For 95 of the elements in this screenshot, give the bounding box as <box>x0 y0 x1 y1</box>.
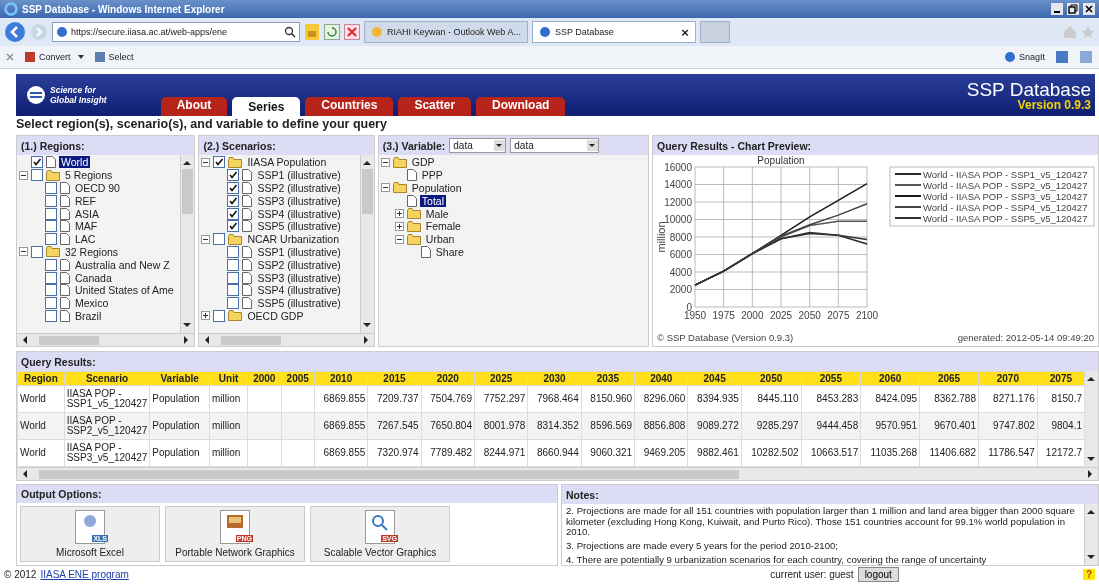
table-cell: 8001.978 <box>483 419 526 431</box>
note-text: 2. Projections are made for all 151 countries with population larger than 1 million and land area bigger than 2000 square kilometer (excluding Hong Kong, Kuiwait, and Purto Rico). Those 151 countries account for 99.1% world population in 2010. <box>566 506 1076 539</box>
table-cell: 7752.297 <box>483 392 526 404</box>
user-label: current user: guest <box>770 569 854 580</box>
legend-label: World - IIASA POP - SSP3_v5_120427 <box>923 190 1088 202</box>
y-tick-label: 16000 <box>664 161 692 173</box>
table-cell: World <box>20 419 46 431</box>
table-cell: 8596.569 <box>590 419 633 431</box>
y-tick-label: 6000 <box>669 249 692 260</box>
y-tick-label: 10000 <box>664 214 692 225</box>
panel-title: Query Results - Chart Preview: <box>657 139 812 152</box>
panel-title: Notes: <box>566 488 599 501</box>
table-cell: 9089.272 <box>697 419 739 431</box>
y-axis-label: million <box>655 221 667 253</box>
table-cell: 9469.205 <box>643 446 686 458</box>
chart-title: Population <box>757 155 805 166</box>
table-cell: 7320.974 <box>376 446 419 458</box>
table-cell: Population <box>152 446 200 458</box>
panel-title: (3.) Variable: <box>382 139 446 152</box>
table-cell: 8150.7 <box>1051 392 1082 404</box>
table-cell: 8424.095 <box>875 392 918 404</box>
note-text: 4. There are potentially 9 urbanization scenarios for each country, covering the range of uncertainty <box>566 554 988 565</box>
window-title: SSP Database - Windows Internet Explorer <box>22 3 225 15</box>
table-cell: Population <box>152 419 200 431</box>
legend-label: World - IIASA POP - SSP2_v5_120427 <box>923 179 1088 191</box>
table-cell: 7789.482 <box>430 446 472 458</box>
table-cell: 8660.944 <box>537 446 579 458</box>
table-cell: 8362.788 <box>934 392 976 404</box>
table-cell: 7209.737 <box>376 392 419 404</box>
panel-title: Output Options: <box>21 488 102 500</box>
x-tick-label: 2000 <box>741 310 764 321</box>
table-cell: 7968.464 <box>537 392 579 404</box>
table-cell: 9285.297 <box>756 419 799 431</box>
y-tick-label: 2000 <box>669 284 692 295</box>
legend-label: World - IIASA POP - SSP5_v5_120427 <box>923 212 1088 224</box>
table-cell: 8856.808 <box>643 419 686 431</box>
legend-label: World - IIASA POP - SSP1_v5_120427 <box>923 168 1088 180</box>
table-cell: 10282.502 <box>751 446 799 458</box>
table-cell: World <box>20 392 46 404</box>
timestamp-text: generated: 2012-05-14 09:49:20 <box>957 332 1094 343</box>
table-cell: 8453.283 <box>816 392 859 404</box>
table-cell: 9444.458 <box>816 419 859 431</box>
copyright-text: © 2012 <box>4 569 37 580</box>
x-tick-label: 2100 <box>855 310 879 321</box>
table-cell: 10663.517 <box>810 446 859 458</box>
table-cell: 7504.769 <box>430 392 472 404</box>
table-cell: 6869.855 <box>323 419 366 431</box>
panel-title: (1.) Regions: <box>21 139 85 152</box>
table-cell: 11035.268 <box>870 446 918 458</box>
table-cell: 7650.804 <box>430 419 472 431</box>
table-cell: 8244.971 <box>483 446 526 458</box>
table-cell: Population <box>152 392 200 404</box>
table-cell: 9747.802 <box>993 419 1035 431</box>
x-tick-label: 1975 <box>712 310 735 321</box>
table-cell: IIASA POP - SSP2_v5_120427 <box>66 414 148 436</box>
table-cell: 11786.547 <box>988 446 1035 458</box>
x-tick-label: 1950 <box>683 310 707 321</box>
y-tick-label: 0 <box>686 301 692 313</box>
y-tick-label: 12000 <box>664 196 692 208</box>
table-cell: 12172.7 <box>1045 446 1082 458</box>
table-cell: 9670.401 <box>934 419 976 431</box>
panel-title: Query Results: <box>21 355 96 368</box>
table-cell: million <box>212 446 241 458</box>
y-tick-label: 4000 <box>669 266 692 278</box>
note-text: 3. Projections are made every 5 years for the period 2010-2100; <box>566 541 839 552</box>
table-cell: 8394.935 <box>697 392 739 404</box>
x-tick-label: 2075 <box>827 310 850 321</box>
table-cell: 9570.951 <box>875 419 918 431</box>
table-cell: 8445.110 <box>757 392 799 404</box>
table-cell: 6869.855 <box>323 446 366 458</box>
site-title: SSP Database <box>966 79 1091 99</box>
table-cell: 8296.060 <box>643 392 686 404</box>
table-cell: 9060.321 <box>590 446 633 458</box>
table-cell: 6869.855 <box>323 392 366 404</box>
table-cell: million <box>212 419 241 431</box>
x-tick-label: 2050 <box>798 310 821 321</box>
legend-label: World - IIASA POP - SSP4_v5_120427 <box>923 201 1088 213</box>
y-tick-label: 8000 <box>669 231 692 243</box>
copyright-text: © SSP Database (Version 0.9.3) <box>657 332 794 343</box>
x-tick-label: 2025 <box>769 310 793 321</box>
panel-title: (2.) Scenarios: <box>203 139 276 152</box>
table-cell: World <box>20 446 46 458</box>
table-cell: 8314.352 <box>537 419 579 431</box>
table-cell: 11406.682 <box>929 446 976 458</box>
table-cell: 9882.461 <box>697 446 739 458</box>
table-cell: IIASA POP - SSP1_v5_120427 <box>66 387 148 409</box>
table-cell: 8271.176 <box>993 392 1035 404</box>
instruction-text: Select region(s), scenario(s), and variable to define your query <box>15 116 388 133</box>
table-cell: 7267.545 <box>376 419 419 431</box>
table-cell: IIASA POP - SSP3_v5_120427 <box>66 441 148 463</box>
version-label: Version 0.9.3 <box>1017 98 1091 111</box>
table-cell: million <box>212 392 241 404</box>
table-cell: 8150.960 <box>590 392 633 404</box>
y-tick-label: 14000 <box>664 179 692 190</box>
table-cell: 9804.1 <box>1051 419 1082 431</box>
